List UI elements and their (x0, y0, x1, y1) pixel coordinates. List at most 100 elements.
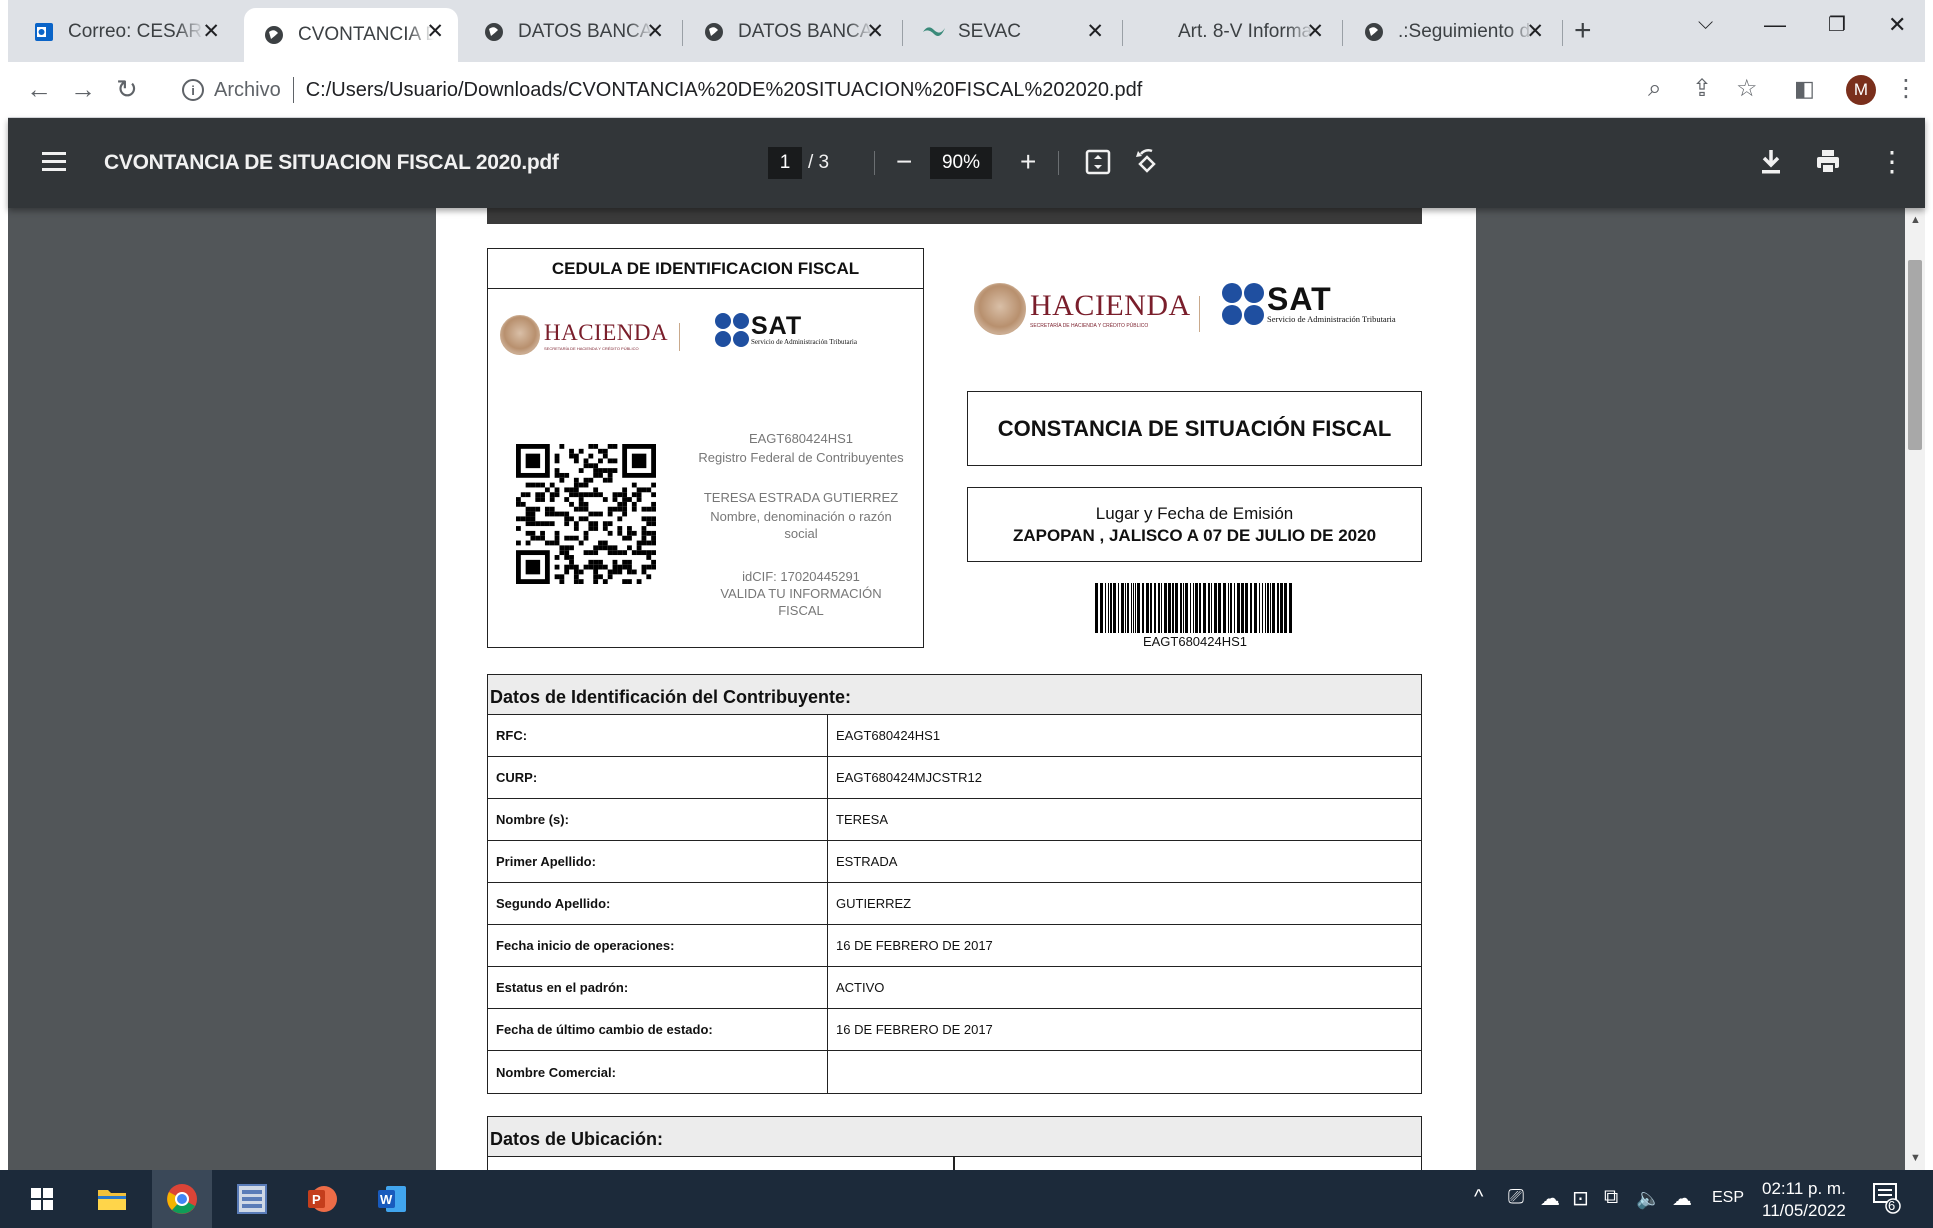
tab-title: Correo: CESAR LA (68, 21, 204, 42)
info-icon[interactable]: i (182, 79, 204, 101)
vertical-scrollbar[interactable]: ▲ ▼ (1905, 208, 1925, 1170)
avatar[interactable]: M (1846, 75, 1876, 105)
zoom-input[interactable]: 90% (930, 147, 992, 179)
tab-art-8v[interactable]: Art. 8-V Informaci ✕ (1124, 8, 1338, 56)
cloud-sync-icon[interactable]: ☁ (1672, 1186, 1692, 1211)
word-icon[interactable]: W (362, 1170, 422, 1228)
tab-sevac[interactable]: SEVAC ✕ (904, 8, 1118, 56)
column-divider (953, 1157, 955, 1170)
clock[interactable]: 02:11 p. m. 11/05/2022 (1762, 1178, 1846, 1222)
fit-page-icon[interactable] (1084, 148, 1112, 183)
tab-correo[interactable]: Correo: CESAR LA ✕ (14, 8, 234, 56)
row-value: GUTIERREZ (836, 896, 912, 911)
page-number-input[interactable]: 1 (768, 147, 802, 179)
sevac-app-icon[interactable] (222, 1170, 282, 1228)
sat-logo-subtext: Servicio de Administración Tributaria (751, 338, 857, 346)
network-icon[interactable]: ⊡ (1572, 1186, 1589, 1211)
blank-icon (1142, 20, 1166, 44)
close-icon[interactable]: ✕ (426, 20, 444, 44)
hacienda-logo-subtext: SECRETARÍA DE HACIENDA Y CRÉDITO PÚBLICO (1030, 323, 1149, 329)
back-button[interactable]: ← (26, 74, 52, 104)
new-tab-button[interactable]: + (1574, 16, 1592, 46)
language-indicator[interactable]: ESP (1712, 1189, 1744, 1207)
notifications-icon[interactable]: 6 (1872, 1182, 1902, 1220)
globe-icon (1362, 20, 1386, 44)
barcode-text: EAGT680424HS1 (1142, 634, 1248, 649)
seal-icon (500, 315, 540, 355)
pdf-viewer-area[interactable]: CEDULA DE IDENTIFICACION FISCAL HACIENDA… (8, 208, 1925, 1170)
qr-code[interactable] (516, 434, 656, 594)
tab-title: SEVAC (958, 21, 1022, 42)
minimize-button[interactable]: — (1764, 12, 1786, 38)
device-icon[interactable]: ⎚ (1508, 1186, 1524, 1209)
table-row: Fecha de último cambio de estado: 16 DE … (488, 1009, 1421, 1051)
address-separator (292, 77, 294, 103)
tab-seguimiento[interactable]: .:Seguimiento de ✕ (1344, 8, 1558, 56)
rotate-icon[interactable] (1132, 146, 1162, 185)
reload-button[interactable]: ↻ (116, 74, 138, 104)
row-label: Estatus en el padrón: (488, 967, 828, 1008)
close-icon[interactable]: ✕ (1306, 20, 1324, 44)
row-label: CURP: (488, 757, 828, 798)
tab-datos-bancarios-1[interactable]: DATOS BANCARIOS ✕ (464, 8, 678, 56)
more-options-icon[interactable]: ⋮ (1878, 146, 1906, 178)
restore-button[interactable]: ❐ (1828, 12, 1846, 37)
screen: Correo: CESAR LA ✕ CVONTANCIA DE SI ✕ DA… (0, 0, 1933, 1228)
identification-section: Datos de Identificación del Contribuyent… (487, 674, 1422, 1094)
print-icon[interactable] (1814, 148, 1842, 183)
sevac-icon (922, 20, 946, 44)
show-hidden-icons-chevron[interactable]: ^ (1474, 1186, 1483, 1209)
zoom-out-button[interactable]: − (896, 146, 912, 178)
zoom-in-button[interactable]: + (1020, 146, 1036, 178)
cedula-card: CEDULA DE IDENTIFICACION FISCAL HACIENDA… (487, 248, 924, 648)
hacienda-logo-large: HACIENDA SECRETARÍA DE HACIENDA Y CRÉDIT… (974, 283, 1191, 335)
zoom-icon[interactable]: ⌕ (1648, 74, 1661, 104)
cedula-name-label-1: Nombre, denominación o razón (710, 509, 892, 524)
row-label: Segundo Apellido: (488, 883, 828, 924)
tab-datos-bancarios-2[interactable]: DATOS BANCARIOS ✕ (684, 8, 898, 56)
close-icon[interactable]: ✕ (1526, 20, 1544, 44)
cedula-idcif: idCIF: 17020445291 (742, 569, 860, 584)
windows-start-icon[interactable] (12, 1170, 72, 1228)
volume-icon[interactable]: 🔈 (1636, 1186, 1661, 1211)
row-label: Primer Apellido: (488, 841, 828, 882)
tab-title: .:Seguimiento de (1398, 21, 1534, 42)
globe-icon (482, 20, 506, 44)
close-icon[interactable]: ✕ (646, 20, 664, 44)
row-value: EAGT680424MJCSTR12 (836, 770, 982, 785)
page-total: / 3 (808, 152, 830, 173)
chrome-icon[interactable] (152, 1170, 212, 1228)
row-value: 16 DE FEBRERO DE 2017 (836, 1022, 993, 1037)
display-icon[interactable]: ⧉ (1604, 1186, 1618, 1209)
close-window-button[interactable]: ✕ (1888, 12, 1906, 38)
close-icon[interactable]: ✕ (202, 20, 220, 44)
outlook-icon (32, 20, 56, 44)
toolbar-separator (874, 151, 875, 175)
file-explorer-icon[interactable] (82, 1170, 142, 1228)
url-text[interactable]: C:/Users/Usuario/Downloads/CVONTANCIA%20… (306, 79, 1143, 102)
tab-title: Art. 8-V Informaci (1178, 21, 1314, 42)
scroll-down-icon[interactable]: ▼ (1910, 1152, 1921, 1164)
bookmark-star-icon[interactable]: ☆ (1736, 74, 1758, 104)
menu-kebab-icon[interactable]: ⋮ (1894, 74, 1918, 104)
side-panel-icon[interactable]: ◧ (1794, 74, 1815, 104)
share-icon[interactable]: ⇪ (1692, 74, 1712, 104)
onedrive-cloud-icon[interactable]: ☁ (1540, 1186, 1560, 1211)
scroll-thumb[interactable] (1908, 260, 1922, 450)
close-icon[interactable]: ✕ (1086, 20, 1104, 44)
location-section: Datos de Ubicación: (487, 1116, 1422, 1170)
tab-search-chevron-icon[interactable]: ⌵ (1698, 12, 1713, 35)
scroll-up-icon[interactable]: ▲ (1910, 214, 1921, 226)
menu-icon[interactable] (42, 152, 66, 172)
sat-dots-icon (1222, 283, 1264, 325)
table-row: Primer Apellido: ESTRADA (488, 841, 1421, 883)
hacienda-logo-subtext: SECRETARÍA DE HACIENDA Y CRÉDITO PÚBLICO (544, 345, 639, 351)
table-row: CURP: EAGT680424MJCSTR12 (488, 757, 1421, 799)
forward-button[interactable]: → (70, 74, 96, 104)
close-icon[interactable]: ✕ (866, 20, 884, 44)
tab-constancia[interactable]: CVONTANCIA DE SI ✕ (244, 8, 458, 62)
download-icon[interactable] (1758, 147, 1784, 184)
address-bar[interactable]: i Archivo C:/Users/Usuario/Downloads/CVO… (170, 68, 1795, 112)
powerpoint-icon[interactable]: P (292, 1170, 352, 1228)
cedula-name: TERESA ESTRADA GUTIERREZ (703, 490, 899, 505)
